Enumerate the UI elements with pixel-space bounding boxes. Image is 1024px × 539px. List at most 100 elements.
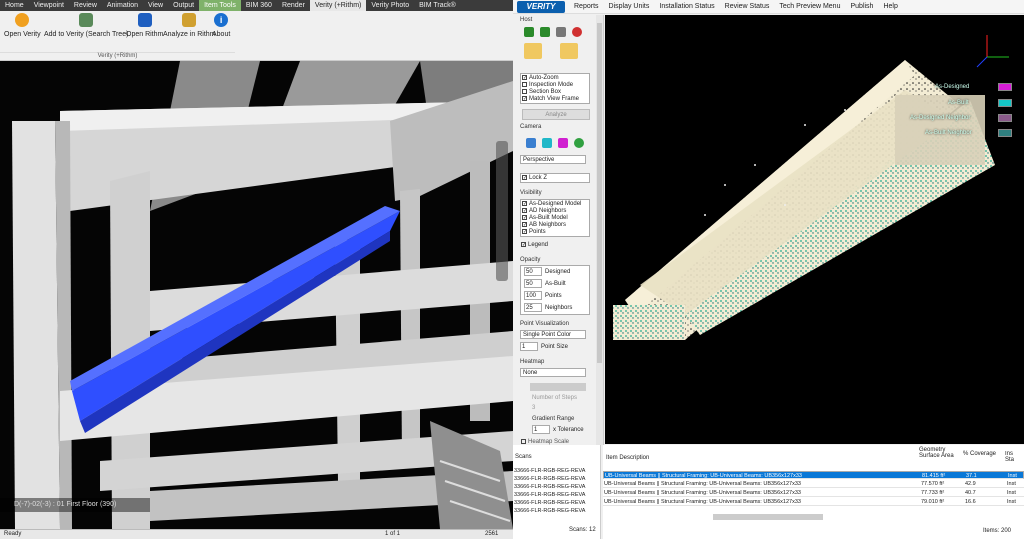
opacity-designed[interactable]: 50 Designed	[524, 267, 570, 276]
cell-a: 77.733 ft²	[921, 490, 945, 496]
match-view-frame-checkbox[interactable]: ✓ Match View Frame	[521, 95, 589, 102]
section-box-checkbox[interactable]: Section Box	[521, 88, 589, 95]
verity-logo: VERITY	[517, 0, 565, 13]
analyze-in-rithm-button[interactable]: Analyze in Rithm	[163, 13, 216, 38]
add-to-verity-button[interactable]: Add to Verity (Search Tree)	[44, 13, 128, 38]
table-row[interactable]: UB-Universal Beams || Structural Framing…	[603, 498, 1024, 506]
ribbon-tab-view[interactable]: View	[143, 0, 168, 11]
cell-a: 79.010 ft²	[921, 499, 945, 505]
status-bar: Ready 1 of 1 2561	[0, 529, 513, 539]
lock-z-checkbox[interactable]: ✓ Lock Z	[521, 174, 589, 181]
cell-c: 37.1	[966, 473, 977, 479]
host-green-icon[interactable]	[524, 27, 534, 37]
table-hscroll[interactable]	[713, 514, 823, 520]
panel-scroll-thumb[interactable]	[597, 23, 602, 363]
navisworks-window: Home Viewpoint Review Animation View Output It…	[0, 0, 513, 539]
col-surface-area[interactable]: Geometry Surface Area	[919, 447, 957, 459]
visibility-list: ✓ As-Designed Model ✓ AD Neighbors ✓ As-Bui…	[520, 199, 590, 237]
steps-label: Number of Steps	[532, 395, 578, 401]
ribbon-tab-bim-track-[interactable]: BIM Track®	[414, 0, 461, 11]
scan-row[interactable]: 33666-FLR-RGB-REG-REVA	[513, 499, 593, 507]
col-install-status[interactable]: Ins Sta	[1005, 451, 1021, 463]
menu-review-status[interactable]: Review Status	[720, 3, 775, 10]
control-panel: Host ✓ Auto-Zoom Inspection Mode Section …	[516, 15, 604, 445]
panel-scrollbar[interactable]	[596, 15, 603, 445]
ribbon-tab-home[interactable]: Home	[0, 0, 29, 11]
vis-ad-neighbors-checkbox[interactable]: ✓ AD Neighbors	[521, 207, 589, 214]
legend-ad-neighbor: As-Designed Neighbor	[910, 115, 971, 121]
scan-row[interactable]: 33666-FLR-RGB-REG-REVA	[513, 507, 593, 515]
point-cloud-viewport[interactable]: As-Designed As-Built As-Designed Neighbo…	[605, 15, 1024, 444]
scan-row[interactable]: 33666-FLR-RGB-REG-REVA	[513, 467, 593, 475]
vis-points-checkbox[interactable]: ✓ Points	[521, 228, 589, 235]
point-size-spinner[interactable]: 1 Point Size	[520, 342, 568, 351]
scan-row[interactable]: 33666-FLR-RGB-REG-REVA	[513, 491, 593, 499]
ribbon-tab-verity-photo[interactable]: Verity Photo	[366, 0, 414, 11]
menu-installation-status[interactable]: Installation Status	[654, 3, 719, 10]
legend-swatch-built	[998, 99, 1012, 107]
cell-d: UB-Universal Beams || Structural Framing…	[604, 490, 801, 496]
menu-help[interactable]: Help	[878, 3, 902, 10]
host-sync-icon[interactable]	[560, 43, 578, 59]
cell-a: 81.415 ft²	[922, 473, 946, 479]
viewport-location-label: D(-7)-02(-3) : 01 First Floor (390)	[0, 498, 150, 512]
ribbon-tab-bim-360[interactable]: BIM 360	[241, 0, 277, 11]
menu-display-units[interactable]: Display Units	[604, 3, 655, 10]
about-button[interactable]: i About	[212, 13, 230, 38]
ribbon-tab-verity-rithm-[interactable]: Verity (+Rithm)	[309, 0, 367, 11]
vis-ab-neighbors-checkbox[interactable]: ✓ AB Neighbors	[521, 221, 589, 228]
host-heading: Host	[520, 17, 533, 23]
items-count: Items: 200	[983, 528, 1012, 534]
ribbon-tab-viewpoint[interactable]: Viewpoint	[29, 0, 69, 11]
table-row[interactable]: UB-Universal Beams || Structural Framing…	[603, 489, 1024, 497]
host-stop-icon[interactable]	[572, 27, 582, 37]
projection-select[interactable]: Perspective	[520, 155, 586, 164]
ribbon-tab-animation[interactable]: Animation	[102, 0, 143, 11]
col-coverage[interactable]: % Coverage	[963, 451, 997, 457]
opacity-points[interactable]: 100 Points	[524, 291, 562, 300]
legend-checkbox[interactable]: ✓ Legend	[520, 241, 548, 248]
table-row[interactable]: UB-Universal Beams || Structural Framing…	[603, 471, 1024, 479]
menu-reports[interactable]: Reports	[569, 3, 604, 10]
open-rithm-button[interactable]: Open Rithm	[126, 13, 163, 38]
beam-view-icon[interactable]	[558, 138, 568, 148]
vis-as-built-checkbox[interactable]: ✓ As-Built Model	[521, 214, 589, 221]
menu-publish[interactable]: Publish	[845, 3, 878, 10]
legend-ab-neighbor: As-Built Neighbor	[925, 130, 972, 136]
ribbon-tab-review[interactable]: Review	[69, 0, 102, 11]
col-item-description[interactable]: Item Description	[606, 455, 649, 461]
analyze-button[interactable]: Analyze	[522, 109, 590, 120]
globe-icon[interactable]	[574, 138, 584, 148]
legend-swatch-bn	[998, 129, 1012, 137]
host-grey-icon[interactable]	[556, 27, 566, 37]
inspection-mode-checkbox[interactable]: Inspection Mode	[521, 81, 589, 88]
scan-row[interactable]: 33666-FLR-RGB-REG-REVA	[513, 483, 593, 491]
table-row[interactable]: UB-Universal Beams || Structural Framing…	[603, 480, 1024, 488]
menu-tech-preview-menu[interactable]: Tech Preview Menu	[774, 3, 845, 10]
point-color-select[interactable]: Single Point Color	[520, 330, 586, 339]
heatmap-scale-checkbox[interactable]: Heatmap Scale	[520, 438, 569, 445]
memory-count: 2561	[485, 531, 499, 537]
cell-s: Inst	[1007, 490, 1016, 496]
vis-as-designed-checkbox[interactable]: ✓ As-Designed Model	[521, 200, 589, 207]
opacity-asbuilt[interactable]: 50 As-Built	[524, 279, 566, 288]
tolerance-spinner[interactable]: 1x Tolerance	[532, 425, 584, 434]
host-load-icon[interactable]	[524, 43, 542, 59]
info-icon: i	[214, 13, 229, 27]
host-green2-icon[interactable]	[540, 27, 550, 37]
scan-row[interactable]: 33666-FLR-RGB-REG-REVA	[513, 475, 593, 483]
opacity-neighbors[interactable]: 25 Neighbors	[524, 303, 572, 312]
ribbon-tabs: Home Viewpoint Review Animation View Output It…	[0, 0, 513, 11]
open-verity-button[interactable]: Open Verity	[4, 13, 41, 38]
grid-view-icon[interactable]	[526, 138, 536, 148]
ribbon-tab-output[interactable]: Output	[168, 0, 199, 11]
point-cloud-render	[605, 15, 1024, 444]
steel-frame-render	[0, 61, 513, 529]
heatmap-select[interactable]: None	[520, 368, 586, 377]
auto-zoom-checkbox[interactable]: ✓ Auto-Zoom	[521, 74, 589, 81]
ribbon-tab-render[interactable]: Render	[277, 0, 310, 11]
scans-count: Scans: 12	[569, 527, 596, 533]
column-view-icon[interactable]	[542, 138, 552, 148]
ribbon-tab-item-tools[interactable]: Item Tools	[199, 0, 241, 11]
navisworks-3d-viewport[interactable]: D(-7)-02(-3) : 01 First Floor (390)	[0, 61, 513, 529]
